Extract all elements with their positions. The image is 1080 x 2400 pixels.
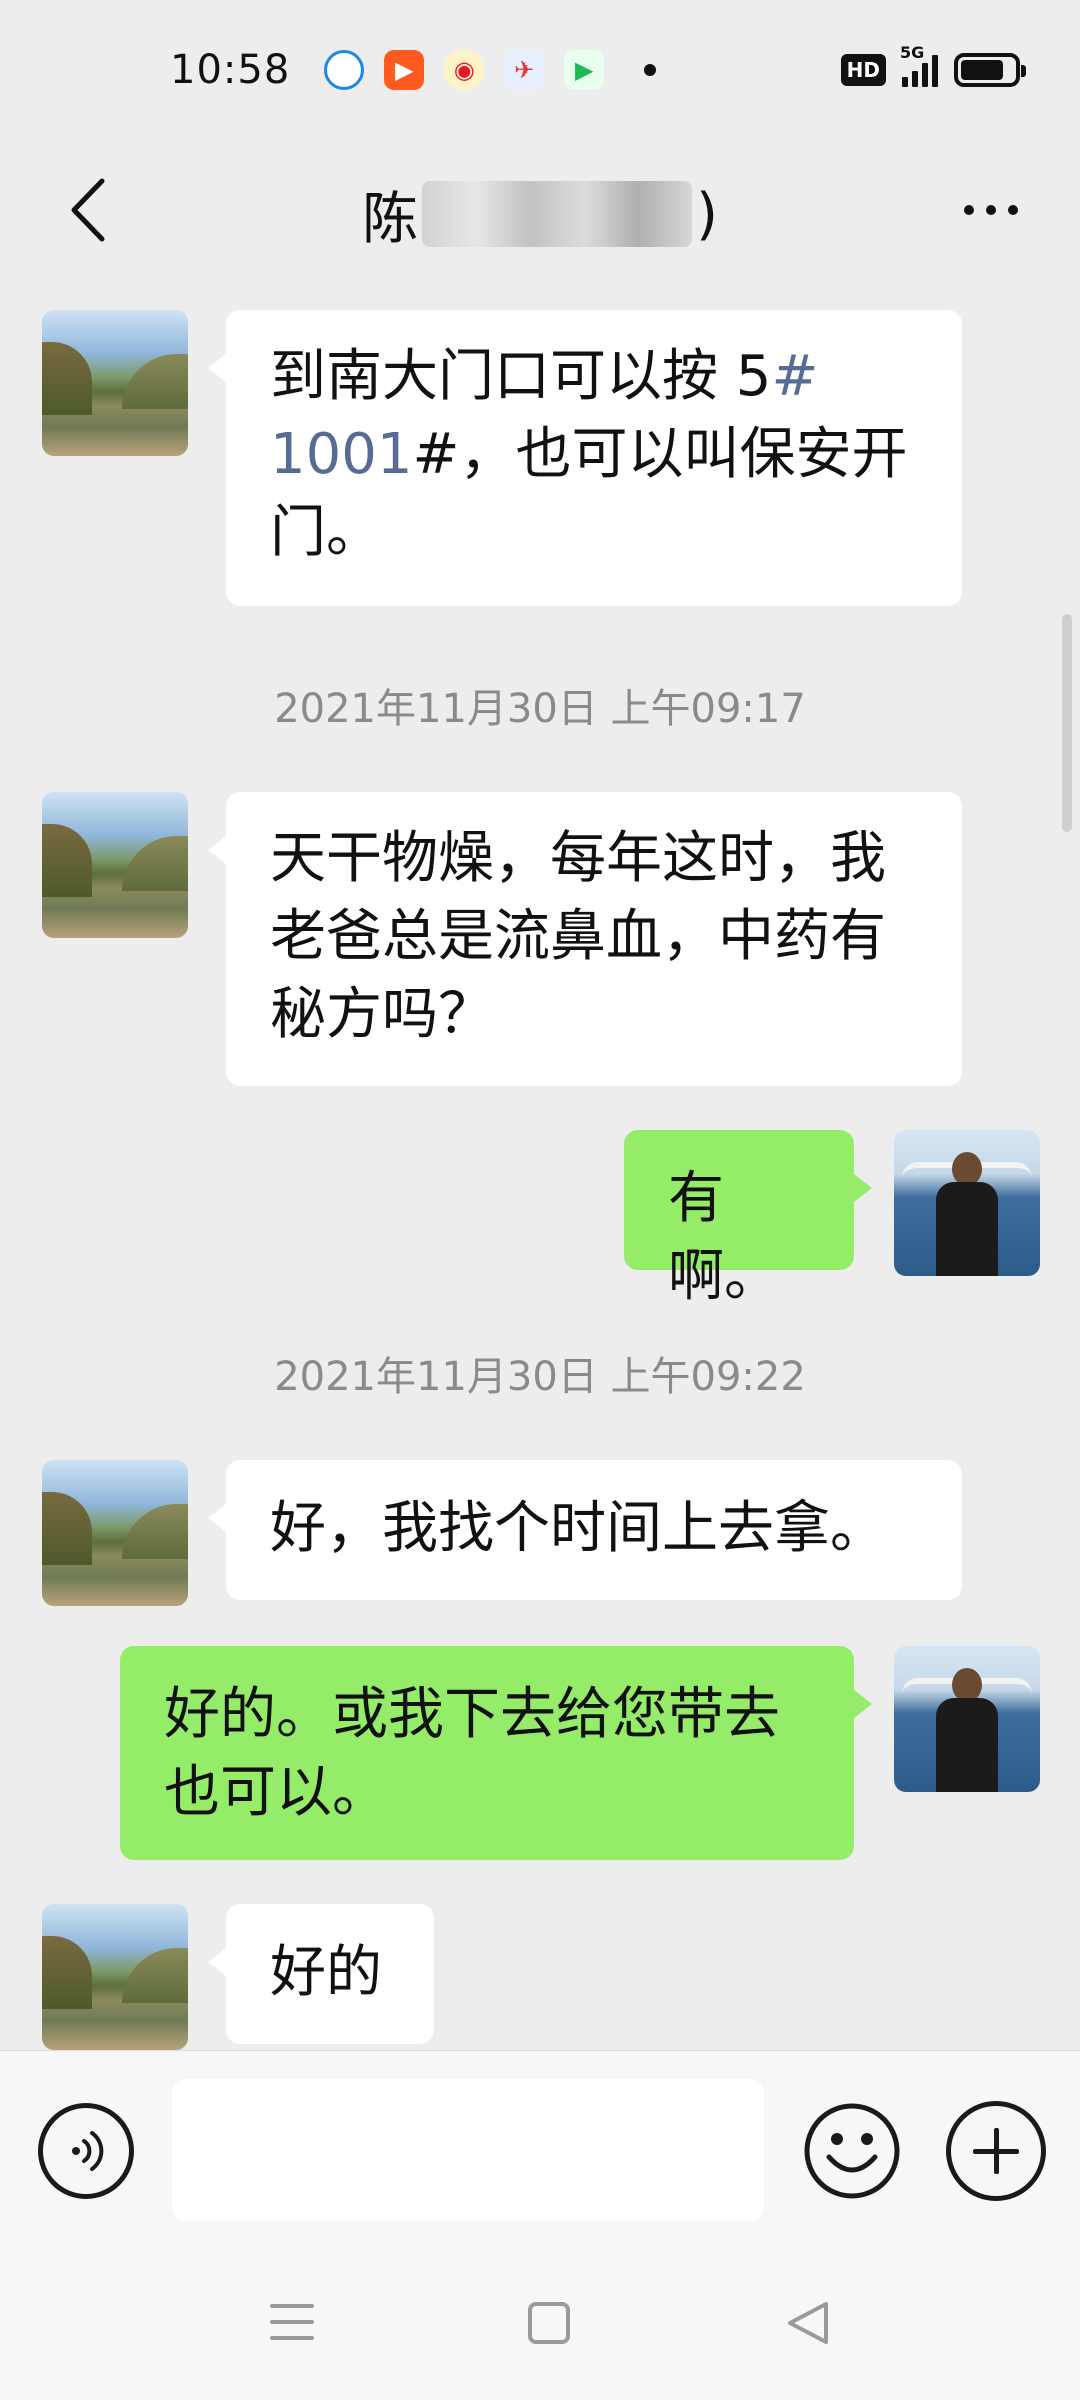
message-text-hash: # [771, 344, 819, 409]
message-bubble-incoming[interactable]: 好，我找个时间上去拿。 [208, 1460, 962, 1600]
system-nav-bar [0, 2250, 1080, 2400]
contact-avatar[interactable] [42, 792, 188, 938]
message-text-hash: # [412, 422, 460, 487]
chevron-left-icon [71, 178, 105, 242]
emoji-icon [804, 2103, 900, 2199]
voice-icon [72, 2131, 104, 2171]
message-text-part: ，也可以叫保安开 [459, 422, 908, 487]
weibo-icon: ◉ [444, 50, 485, 90]
back-button[interactable] [48, 170, 128, 250]
hd-badge: HD [840, 54, 886, 86]
back-triangle-icon[interactable] [786, 2300, 830, 2346]
message-bubble-incoming[interactable]: 好的 [208, 1904, 434, 2044]
home-icon[interactable] [528, 2302, 570, 2344]
my-avatar[interactable] [894, 1130, 1040, 1276]
kuaishou-icon: ▶ [384, 50, 425, 90]
redacted-name [422, 181, 693, 247]
news-icon: ✈ [504, 50, 545, 90]
chat-title[interactable]: 陈 ) [362, 174, 718, 255]
network-type: 5G [900, 43, 925, 62]
battery-level [961, 60, 1003, 80]
status-indicators: HD 5G [840, 43, 1026, 87]
contact-avatar[interactable] [42, 1904, 188, 2050]
status-bar: 10:58 ▶ ◉ ✈ ▶ HD 5G [0, 0, 1080, 140]
message-text-part: 到南大门口可以按 5 [270, 344, 772, 409]
contact-avatar[interactable] [42, 1460, 188, 1606]
message-bubble-outgoing[interactable]: 有啊。 [624, 1130, 872, 1309]
message-bubble-incoming[interactable]: 到南大门口可以按 5# 1001#，也可以叫保安开 门。 [208, 310, 962, 606]
signal-icon: 5G [900, 43, 938, 87]
chat-title-prefix: 陈 [362, 186, 419, 252]
more-dots-icon [964, 205, 974, 215]
status-time: 10:58 [170, 47, 291, 93]
message-text-number: 1001 [270, 422, 413, 487]
chat-title-suffix: ) [696, 181, 718, 247]
more-button[interactable] [946, 180, 1036, 240]
message-text-part: 门。 [270, 500, 382, 565]
qq-browser-icon [324, 50, 365, 90]
message-bubble-incoming[interactable]: 天干物燥，每年这时，我 老爸总是流鼻血，中药有 秘方吗？ [208, 792, 962, 1086]
contact-avatar[interactable] [42, 310, 188, 456]
scrollbar-thumb[interactable] [1062, 614, 1072, 832]
message-bubble-outgoing[interactable]: 好的。或我下去给您带去 也可以。 [120, 1646, 872, 1860]
timestamp: 2021年11月30日 上午09:22 [274, 1354, 806, 1400]
emoji-button[interactable] [802, 2101, 902, 2201]
my-avatar[interactable] [894, 1646, 1040, 1792]
plus-button[interactable] [946, 2101, 1046, 2201]
chat-header: 陈 ) [0, 140, 1080, 288]
timestamp: 2021年11月30日 上午09:17 [274, 686, 806, 732]
notification-dot [644, 64, 657, 76]
input-bar [0, 2050, 1080, 2250]
voice-button[interactable] [38, 2103, 134, 2199]
menu-icon[interactable] [270, 2304, 314, 2342]
battery-icon [954, 53, 1026, 87]
message-input[interactable] [172, 2079, 764, 2221]
video-app-icon: ▶ [564, 50, 605, 90]
notification-icons: ▶ ◉ ✈ ▶ [324, 50, 605, 90]
